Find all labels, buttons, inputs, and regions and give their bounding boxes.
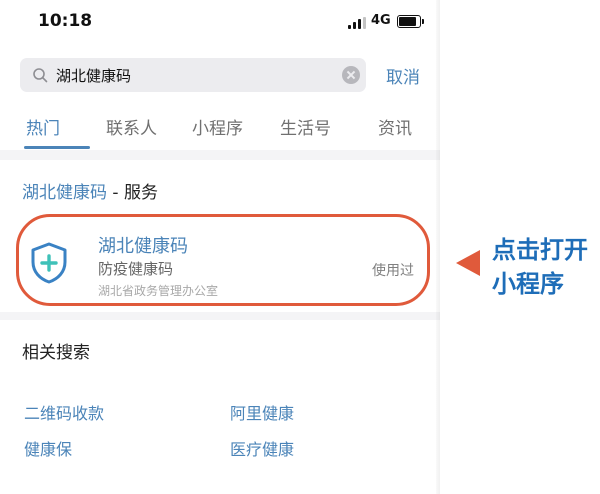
tab-mini-programs[interactable]: 小程序 bbox=[192, 114, 243, 139]
highlight-ring[interactable] bbox=[16, 214, 430, 306]
status-bar: 10:18 4G bbox=[0, 0, 440, 44]
service-title-suffix: - 服务 bbox=[107, 183, 158, 203]
clear-icon[interactable] bbox=[342, 66, 360, 84]
network-type: 4G bbox=[371, 13, 391, 28]
tab-lifestyle[interactable]: 生活号 bbox=[280, 114, 331, 139]
signal-icon bbox=[348, 17, 366, 29]
annotation-callout: 点击打开 小程序 bbox=[492, 233, 588, 301]
service-section: 湖北健康码 - 服务 湖北健康码 防疫健康码 湖北省政务管理办公室 使用过 bbox=[0, 160, 440, 312]
search-bar: 湖北健康码 取消 bbox=[0, 44, 440, 100]
battery-icon bbox=[397, 15, 424, 28]
service-item-organization: 湖北省政务管理办公室 bbox=[98, 284, 219, 298]
service-section-title: 湖北健康码 - 服务 bbox=[22, 178, 158, 203]
annotation-line-2: 小程序 bbox=[492, 270, 564, 298]
tab-news[interactable]: 资讯 bbox=[378, 114, 412, 139]
phone-screen: 10:18 4G 湖北健康码 取消 热门 联系人 小程序 生活号 资讯 湖北健康… bbox=[0, 0, 440, 494]
cancel-button[interactable]: 取消 bbox=[386, 63, 420, 88]
tab-contacts[interactable]: 联系人 bbox=[106, 114, 157, 139]
screen-edge bbox=[436, 0, 440, 494]
status-time: 10:18 bbox=[38, 11, 93, 31]
search-query: 湖北健康码 bbox=[56, 67, 132, 85]
arrow-left-icon bbox=[456, 250, 480, 276]
search-input[interactable]: 湖北健康码 bbox=[20, 58, 366, 92]
used-badge: 使用过 bbox=[372, 263, 414, 279]
service-title-keyword: 湖北健康码 bbox=[22, 183, 107, 203]
service-item-name[interactable]: 湖北健康码 bbox=[98, 232, 188, 258]
tab-bar: 热门 联系人 小程序 生活号 资讯 bbox=[0, 100, 440, 150]
shield-icon bbox=[31, 242, 67, 284]
search-icon bbox=[33, 68, 48, 83]
tab-hot[interactable]: 热门 bbox=[26, 114, 60, 139]
related-searches: 相关搜索 二维码收款 阿里健康 健康保 医疗健康 bbox=[0, 320, 440, 494]
related-link[interactable]: 阿里健康 bbox=[230, 400, 294, 424]
annotation-line-1: 点击打开 bbox=[492, 236, 588, 264]
related-link[interactable]: 二维码收款 bbox=[24, 400, 104, 424]
active-tab-indicator bbox=[24, 146, 90, 149]
related-title: 相关搜索 bbox=[22, 343, 90, 363]
related-link[interactable]: 医疗健康 bbox=[230, 436, 294, 460]
service-item-description: 防疫健康码 bbox=[98, 260, 174, 278]
related-link[interactable]: 健康保 bbox=[24, 436, 72, 460]
